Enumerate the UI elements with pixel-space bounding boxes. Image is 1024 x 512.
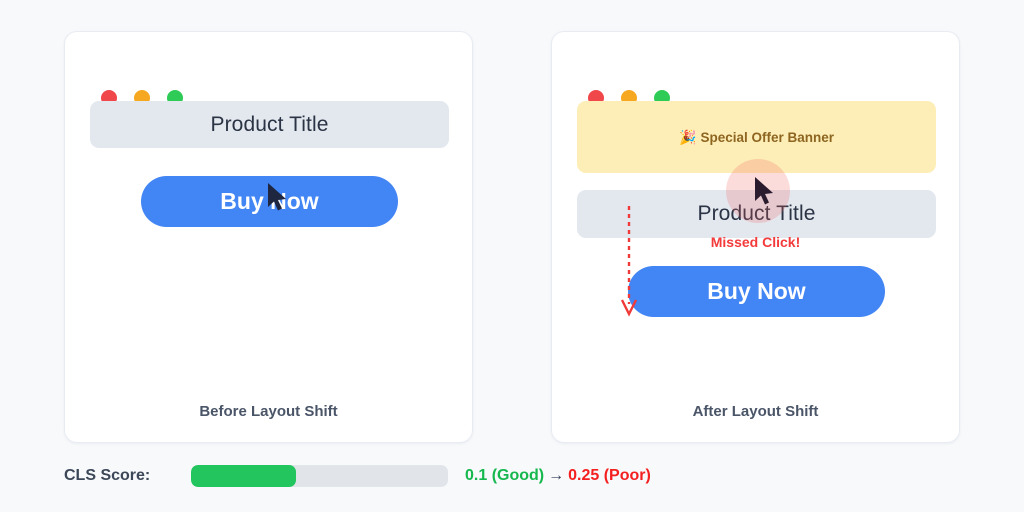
special-offer-banner-text: Special Offer Banner: [700, 129, 834, 145]
party-popper-icon: 🎉: [679, 128, 697, 145]
missed-click-label: Missed Click!: [710, 234, 801, 250]
cls-progress-track: [191, 465, 448, 487]
buy-now-button[interactable]: Buy Now: [141, 176, 398, 227]
special-offer-banner[interactable]: 🎉 Special Offer Banner: [577, 101, 936, 173]
cls-score-label: CLS Score:: [64, 467, 151, 484]
cls-progress-fill: [191, 465, 297, 487]
after-layout-shift-card: 🎉 Special Offer Banner Product Title Mis…: [551, 31, 960, 443]
before-layout-shift-card: Product Title Buy Now Before Layout Shif…: [64, 31, 473, 443]
after-card-caption: After Layout Shift: [692, 403, 819, 420]
product-title-block: Product Title: [577, 190, 936, 238]
cls-score-values: 0.1 (Good) → 0.25 (Poor): [465, 467, 651, 485]
cls-before-value: 0.1 (Good): [465, 467, 545, 484]
cls-score-row: CLS Score: 0.1 (Good) → 0.25 (Poor): [64, 463, 651, 489]
buy-now-button[interactable]: Buy Now: [628, 266, 885, 317]
cls-after-value: 0.25 (Poor): [568, 467, 651, 484]
before-card-caption: Before Layout Shift: [199, 403, 338, 420]
product-title-block: Product Title: [90, 101, 449, 148]
layout-shift-demo: Product Title Buy Now Before Layout Shif…: [0, 0, 1024, 512]
cls-transition-arrow-icon: →: [548, 467, 565, 484]
